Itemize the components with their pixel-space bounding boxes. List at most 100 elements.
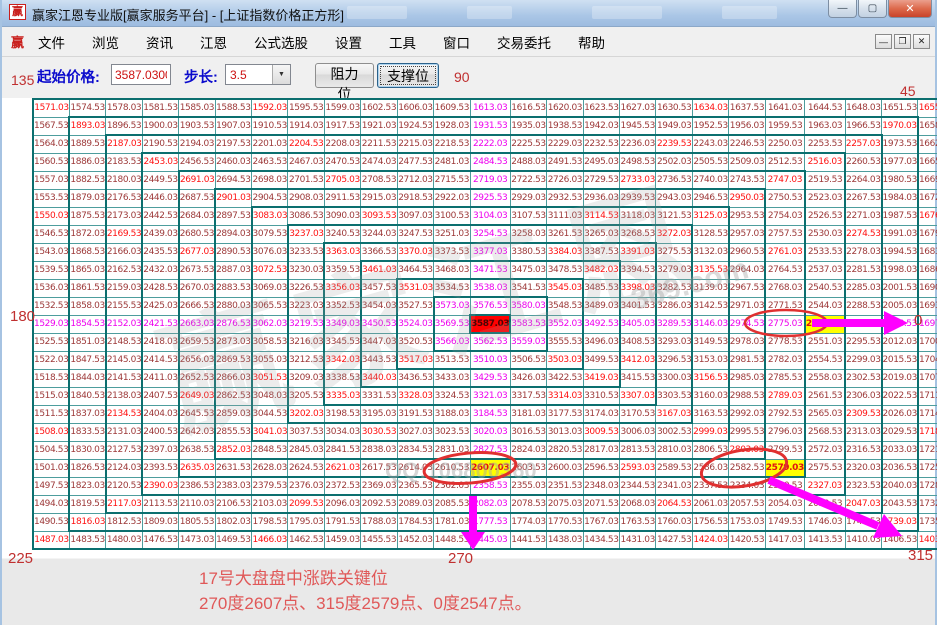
- minimize-button[interactable]: —: [828, 0, 857, 18]
- grid-cell: 1438.03: [547, 531, 583, 549]
- menu-item-news[interactable]: 资讯: [146, 32, 173, 52]
- grid-cell: 2138.03: [106, 387, 142, 405]
- grid-cell: 2036.53: [882, 459, 918, 477]
- grid-cell: 3279.03: [656, 261, 692, 279]
- grid-cell: 2092.53: [361, 495, 397, 513]
- grid-cell: 3412.03: [620, 351, 656, 369]
- grid-cell: 3489.03: [583, 297, 619, 315]
- grid-cell: 2201.03: [252, 135, 288, 153]
- grid-cell: 3324.53: [434, 387, 470, 405]
- grid-cell: 2267.53: [845, 189, 881, 207]
- grid-cell: 2232.53: [583, 135, 619, 153]
- grid-cell: 1959.53: [765, 117, 805, 135]
- grid-cell: 1602.53: [361, 99, 397, 117]
- resistance-button[interactable]: 阻力位: [315, 63, 374, 88]
- grid-cell: 1767.03: [583, 513, 619, 531]
- maximize-button[interactable]: ▢: [858, 0, 887, 18]
- grid-cell: 2981.53: [729, 351, 765, 369]
- menu-item-trade-entrust[interactable]: 交易委托: [497, 32, 551, 52]
- support-button[interactable]: 支撑位: [377, 63, 439, 88]
- grid-cell: 3363.03: [324, 243, 360, 261]
- annotation-line-1: 17号大盘盘中涨跌关键位: [199, 566, 532, 591]
- grid-cell: 3041.03: [252, 423, 288, 441]
- grid-cell: 3009.53: [583, 423, 619, 441]
- grid-cell: 3013.03: [547, 423, 583, 441]
- grid-cell: 2631.53: [215, 459, 251, 477]
- grid-cell: 3478.53: [547, 261, 583, 279]
- grid-cell: 2246.53: [729, 135, 765, 153]
- grid-cell: 2460.03: [215, 153, 251, 171]
- grid-cell: 1753.03: [729, 513, 765, 531]
- menu-item-help[interactable]: 帮助: [578, 32, 605, 52]
- grid-cell: 3002.53: [656, 423, 692, 441]
- grid-cell: 2040.03: [882, 477, 918, 495]
- mdi-minimize-button[interactable]: —: [875, 34, 892, 49]
- grid-cell: 2432.03: [142, 261, 178, 279]
- grid-cell: 1882.53: [69, 171, 105, 189]
- grid-cell: 2813.53: [620, 441, 656, 459]
- start-price-label: 起始价格:: [37, 66, 100, 87]
- grid-cell: 2302.53: [845, 369, 881, 387]
- grid-cell: 2656.03: [179, 351, 215, 369]
- grid-cell: 1998.03: [882, 261, 918, 279]
- grid-cell: 3076.03: [252, 243, 288, 261]
- grid-cell: 1777.53: [470, 513, 510, 531]
- grid-cell: 1987.53: [882, 207, 918, 225]
- grid-cell: 2145.03: [106, 351, 142, 369]
- grid-cell: 2551.03: [805, 333, 845, 351]
- grid-cell: 2757.53: [765, 225, 805, 243]
- grid-cell: 1812.53: [106, 513, 142, 531]
- grid-cell: 2726.03: [547, 171, 583, 189]
- grid-cell: 3149.53: [692, 333, 728, 351]
- grid-cell: 2428.53: [142, 279, 178, 297]
- grid-cell: 3566.03: [434, 333, 470, 351]
- grid-cell: 3545.03: [547, 279, 583, 297]
- grid-cell: 1669.03: [918, 171, 937, 189]
- grid-cell: 2015.53: [882, 351, 918, 369]
- grid-cell: 2131.03: [106, 423, 142, 441]
- menu-item-gann[interactable]: 江恩: [200, 32, 227, 52]
- grid-cell: 1914.03: [288, 117, 324, 135]
- mdi-close-button[interactable]: ✕: [913, 34, 930, 49]
- maximize-icon: ▢: [868, 3, 877, 14]
- grid-cell: 1410.03: [845, 531, 881, 549]
- menu-item-tools[interactable]: 工具: [389, 32, 416, 52]
- grid-cell: 2449.53: [142, 171, 178, 189]
- step-select[interactable]: 3.5 ▼: [225, 64, 291, 85]
- grid-cell: 2334.03: [729, 477, 765, 495]
- app-logo-icon: 赢: [9, 4, 26, 20]
- grid-cell: 3016.53: [510, 423, 546, 441]
- grid-cell: 1522.03: [33, 351, 69, 369]
- grid-cell: 1424.03: [692, 531, 728, 549]
- annotation-line-2: 270度2607点、315度2579点、0度2547点。: [199, 591, 532, 616]
- grid-cell: 1903.53: [179, 117, 215, 135]
- grid-cell: 1672.53: [918, 189, 937, 207]
- menu-item-settings[interactable]: 设置: [335, 32, 362, 52]
- grid-cell: 2159.03: [106, 279, 142, 297]
- grid-cell: 2236.03: [620, 135, 656, 153]
- degree-label-0: 0: [914, 312, 922, 329]
- menu-item-file[interactable]: 文件: [38, 32, 65, 52]
- grid-cell: 3405.03: [620, 315, 656, 333]
- menu-item-formula-stock-pick[interactable]: 公式选股: [254, 32, 308, 52]
- grid-cell: 1662.03: [918, 135, 937, 153]
- mdi-restore-button[interactable]: ❐: [894, 34, 911, 49]
- grid-cell: 2127.53: [106, 441, 142, 459]
- grid-cell: 1504.53: [33, 441, 69, 459]
- start-price-input[interactable]: [111, 64, 171, 85]
- chevron-down-icon[interactable]: ▼: [272, 65, 290, 84]
- menu-item-window[interactable]: 窗口: [443, 32, 470, 52]
- grid-cell: 1536.03: [33, 279, 69, 297]
- grid-cell: 2750.53: [765, 189, 805, 207]
- grid-cell: 3069.03: [252, 279, 288, 297]
- grid-cell: 3520.53: [397, 333, 433, 351]
- menu-item-browse[interactable]: 浏览: [92, 32, 119, 52]
- grid-cell: 2537.03: [805, 261, 845, 279]
- grid-cell: 1595.53: [288, 99, 324, 117]
- grid-cell: 1679.53: [918, 225, 937, 243]
- grid-cell: 2817.03: [583, 441, 619, 459]
- grid-cell: 2642.03: [179, 423, 215, 441]
- grid-cell: 3275.53: [656, 243, 692, 261]
- grid-cell: 3300.03: [656, 369, 692, 387]
- close-button[interactable]: ✕: [888, 0, 932, 18]
